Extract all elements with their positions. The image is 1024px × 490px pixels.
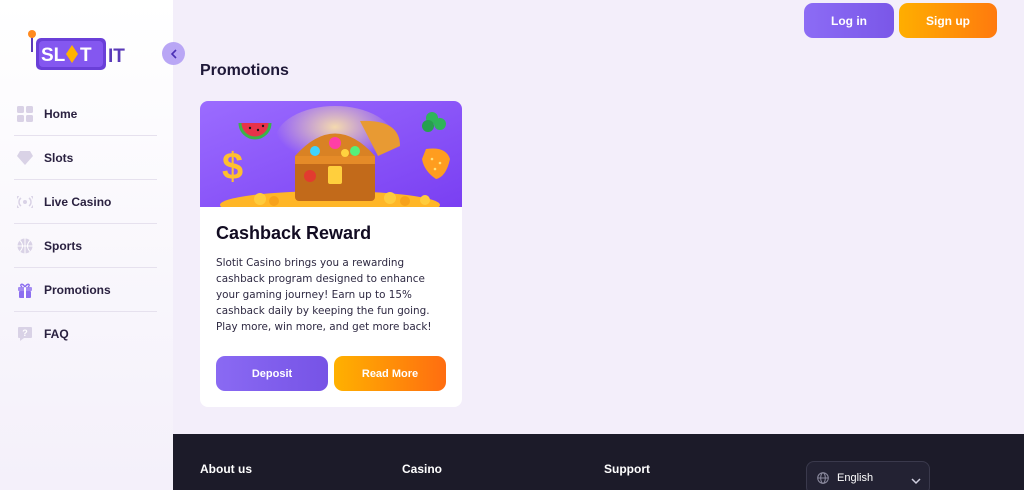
svg-text:$: $ — [222, 146, 243, 188]
login-button[interactable]: Log in — [804, 3, 894, 38]
sidebar-item-label: Slots — [44, 150, 74, 165]
svg-text:T: T — [80, 45, 92, 66]
sidebar-item-live-casino[interactable]: Live Casino — [14, 180, 157, 224]
page-title: Promotions — [200, 62, 289, 79]
sidebar-item-label: Promotions — [44, 282, 111, 297]
svg-text:IT: IT — [108, 46, 125, 67]
ball-icon — [16, 237, 34, 255]
gift-icon — [16, 281, 34, 299]
sidebar-nav: Home Slots Live Casino Sports Promotions — [14, 92, 157, 356]
signup-button[interactable]: Sign up — [899, 3, 997, 38]
sidebar-item-slots[interactable]: Slots — [14, 136, 157, 180]
read-more-button[interactable]: Read More — [334, 356, 446, 391]
footer-heading-casino: Casino — [402, 462, 443, 476]
sidebar-item-label: Live Casino — [44, 194, 112, 209]
promo-description: Slotit Casino brings you a rewarding cas… — [216, 257, 432, 333]
broadcast-icon — [16, 193, 34, 211]
sidebar-item-promotions[interactable]: Promotions — [14, 268, 157, 312]
svg-text:?: ? — [22, 328, 28, 338]
promo-title: Cashback Reward — [216, 223, 372, 243]
sidebar-item-label: Home — [44, 106, 78, 121]
sidebar-item-label: FAQ — [44, 327, 69, 341]
chevron-down-icon — [911, 470, 921, 489]
grid-icon — [16, 105, 34, 123]
sidebar: SL T IT Home Slots Live Casino Sports Pr… — [0, 0, 173, 490]
globe-icon — [817, 469, 829, 488]
sidebar-item-label: Sports — [44, 238, 83, 253]
language-label: English — [837, 472, 874, 484]
promo-banner-image[interactable]: $ — [200, 101, 462, 207]
diamond-icon — [16, 149, 34, 167]
promo-card: $ Cashback Reward Slotit Casino brings y… — [200, 101, 462, 407]
question-bubble-icon: ? — [16, 325, 34, 343]
footer-heading-support: Support — [604, 462, 650, 476]
sidebar-item-home[interactable]: Home — [14, 92, 157, 136]
language-select[interactable]: English — [806, 461, 930, 490]
slotit-logo[interactable]: SL T IT — [26, 28, 134, 74]
svg-text:SL: SL — [41, 45, 66, 66]
sidebar-collapse-button[interactable] — [162, 42, 185, 65]
sidebar-item-sports[interactable]: Sports — [14, 224, 157, 268]
footer: About us Casino Support English — [173, 434, 1024, 490]
footer-heading-about: About us — [200, 462, 252, 476]
sidebar-item-faq[interactable]: ? FAQ — [14, 312, 157, 356]
deposit-button[interactable]: Deposit — [216, 356, 328, 391]
chevron-left-icon — [170, 48, 177, 59]
